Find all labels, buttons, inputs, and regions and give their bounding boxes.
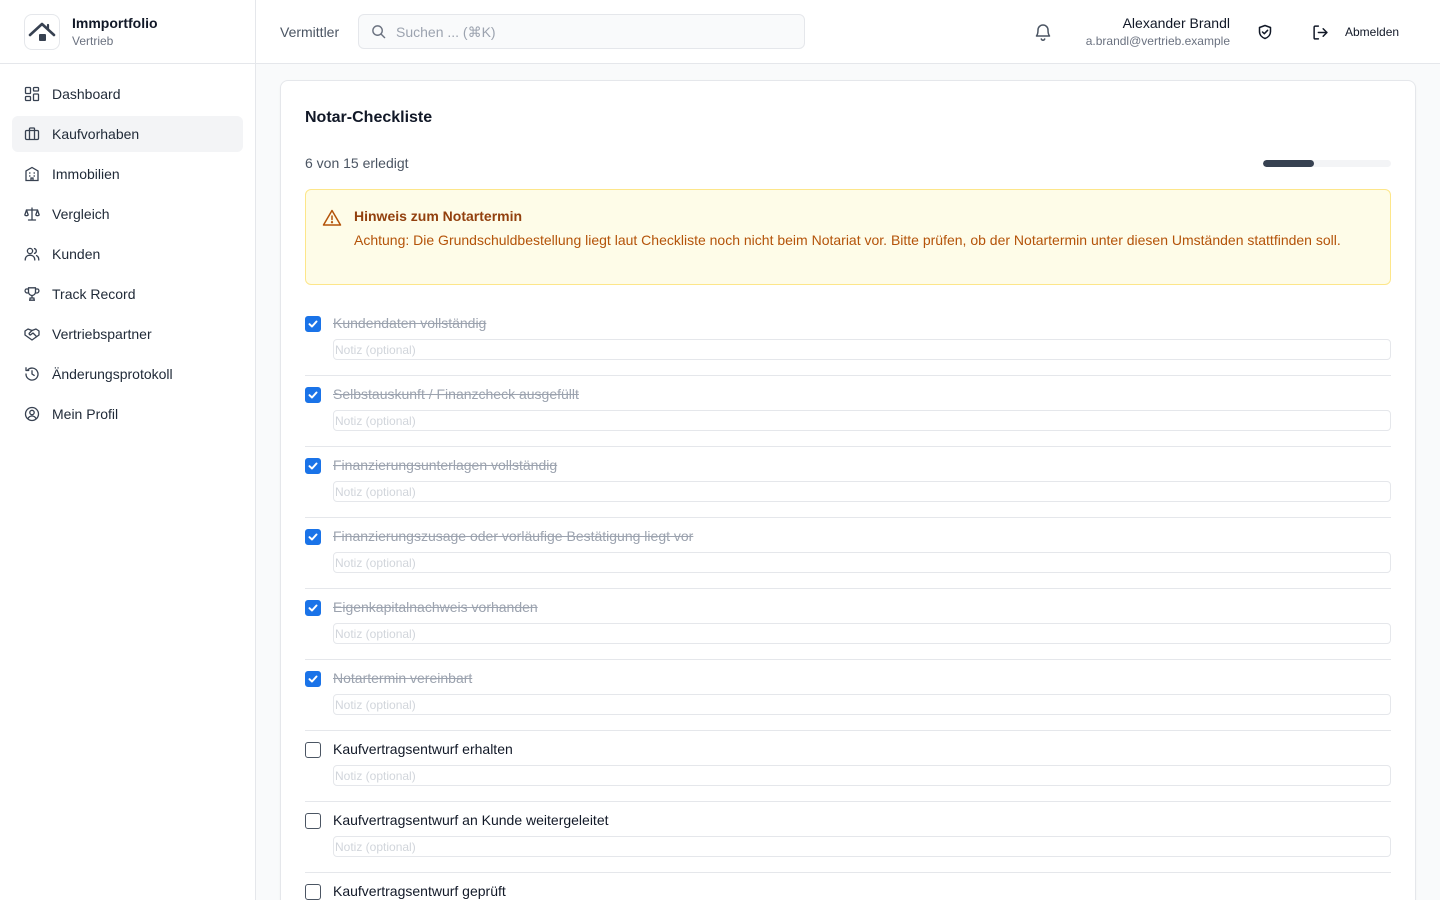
sidebar-item-label: Track Record xyxy=(52,286,136,302)
checklist-item-label: Notartermin vereinbart xyxy=(333,670,473,686)
sidebar-item-mein-profil[interactable]: Mein Profil xyxy=(12,396,243,432)
checkbox[interactable] xyxy=(305,529,321,545)
sidebar-item-label: Änderungsprotokoll xyxy=(52,366,173,382)
check-icon xyxy=(308,604,318,612)
warning-triangle-icon xyxy=(322,209,342,226)
checkbox[interactable] xyxy=(305,671,321,687)
checklist-item: Finanzierungszusage oder vorläufige Best… xyxy=(305,518,1391,589)
note-input[interactable] xyxy=(333,623,1391,644)
user-circle-icon xyxy=(24,406,40,422)
checklist-items: Kundendaten vollständig Selbstauskunft /… xyxy=(305,305,1391,900)
checklist-item: Kaufvertragsentwurf geprüft xyxy=(305,873,1391,900)
logout-label: Abmelden xyxy=(1345,25,1400,39)
search-icon xyxy=(372,25,386,39)
checkbox[interactable] xyxy=(305,600,321,616)
warning-alert: Hinweis zum Notartermin Achtung: Die Gru… xyxy=(305,189,1391,285)
house-logo-icon xyxy=(24,13,60,50)
scale-icon xyxy=(24,206,40,222)
sidebar-nav: Dashboard Kaufvorhaben Immobilien Vergle… xyxy=(0,64,255,448)
building-icon xyxy=(24,166,40,182)
sidebar: Immportfolio Vertrieb Dashboard Kaufvorh… xyxy=(0,0,256,900)
bell-icon[interactable] xyxy=(1032,21,1054,43)
check-icon xyxy=(308,462,318,470)
note-input[interactable] xyxy=(333,836,1391,857)
sidebar-item-label: Mein Profil xyxy=(52,406,119,422)
checklist-item: Kaufvertragsentwurf erhalten xyxy=(305,731,1391,802)
user-info[interactable]: Alexander Brandl a.brandl@vertrieb.examp… xyxy=(1086,14,1230,49)
checkbox[interactable] xyxy=(305,742,321,758)
alert-text: Achtung: Die Grundschuldbestellung liegt… xyxy=(354,232,1341,248)
progress-text: 6 von 15 erledigt xyxy=(305,155,409,171)
checklist-card: Notar-Checkliste 6 von 15 erledigt Hinwe… xyxy=(280,80,1416,900)
sidebar-item-track-record[interactable]: Track Record xyxy=(12,276,243,312)
alert-title: Hinweis zum Notartermin xyxy=(354,208,523,224)
sidebar-item-label: Immobilien xyxy=(52,166,120,182)
checklist-item-label: Eigenkapitalnachweis vorhanden xyxy=(333,599,538,615)
checklist-item-label: Kaufvertragsentwurf geprüft xyxy=(333,883,506,899)
card-title: Notar-Checkliste xyxy=(305,109,433,126)
logout-icon xyxy=(1313,24,1328,40)
checkbox[interactable] xyxy=(305,387,321,403)
check-icon xyxy=(308,391,318,399)
sidebar-item-dashboard[interactable]: Dashboard xyxy=(12,76,243,112)
briefcase-icon xyxy=(24,126,40,142)
sidebar-item-label: Vertriebspartner xyxy=(52,326,152,342)
checklist-item: Kundendaten vollständig xyxy=(305,305,1391,376)
checklist-item: Kaufvertragsentwurf an Kunde weitergelei… xyxy=(305,802,1391,873)
logout-button[interactable]: Abmelden xyxy=(1312,16,1399,48)
brand[interactable]: Immportfolio Vertrieb xyxy=(0,0,255,64)
checkbox[interactable] xyxy=(305,884,321,900)
sidebar-item-aenderungsprotokoll[interactable]: Änderungsprotokoll xyxy=(12,356,243,392)
note-input[interactable] xyxy=(333,481,1391,502)
brand-name: Immportfolio xyxy=(72,15,158,31)
brand-subtitle: Vertrieb xyxy=(72,34,114,48)
sidebar-item-immobilien[interactable]: Immobilien xyxy=(12,156,243,192)
dashboard-icon xyxy=(24,86,40,102)
top-header: Vermittler Alexander Brandl a.brandl@ver… xyxy=(256,0,1440,64)
sidebar-item-kunden[interactable]: Kunden xyxy=(12,236,243,272)
checkbox[interactable] xyxy=(305,813,321,829)
check-icon xyxy=(308,320,318,328)
checklist-item-label: Finanzierungszusage oder vorläufige Best… xyxy=(333,528,694,544)
user-email: a.brandl@vertrieb.example xyxy=(1085,34,1230,48)
progress-fill xyxy=(1263,160,1315,167)
checklist-item-label: Finanzierungsunterlagen vollständig xyxy=(333,457,558,473)
checklist-item: Selbstauskunft / Finanzcheck ausgefüllt xyxy=(305,376,1391,447)
checklist-item-label: Kaufvertragsentwurf erhalten xyxy=(333,741,513,757)
checklist-item: Notartermin vereinbart xyxy=(305,660,1391,731)
progress-bar xyxy=(1263,160,1391,167)
sidebar-item-vergleich[interactable]: Vergleich xyxy=(12,196,243,232)
role-label: Vermittler xyxy=(280,24,340,40)
checklist-item-label: Kaufvertragsentwurf an Kunde weitergelei… xyxy=(333,812,609,828)
checkbox[interactable] xyxy=(305,458,321,474)
checklist-item: Eigenkapitalnachweis vorhanden xyxy=(305,589,1391,660)
note-input[interactable] xyxy=(333,410,1391,431)
sidebar-item-label: Dashboard xyxy=(52,86,121,102)
note-input[interactable] xyxy=(333,765,1391,786)
shield-check-icon[interactable] xyxy=(1256,23,1274,41)
search-input[interactable] xyxy=(396,23,776,40)
checklist-item-label: Kundendaten vollständig xyxy=(333,315,487,331)
check-icon xyxy=(308,533,318,541)
check-icon xyxy=(308,675,318,683)
user-name: Alexander Brandl xyxy=(1122,15,1230,31)
note-input[interactable] xyxy=(333,694,1391,715)
checkbox[interactable] xyxy=(305,316,321,332)
sidebar-item-vertriebspartner[interactable]: Vertriebspartner xyxy=(12,316,243,352)
handshake-icon xyxy=(24,326,40,342)
note-input[interactable] xyxy=(333,339,1391,360)
checklist-item: Finanzierungsunterlagen vollständig xyxy=(305,447,1391,518)
checklist-item-label: Selbstauskunft / Finanzcheck ausgefüllt xyxy=(333,386,579,402)
sidebar-item-label: Kaufvorhaben xyxy=(52,126,140,142)
note-input[interactable] xyxy=(333,552,1391,573)
users-icon xyxy=(24,246,40,262)
search-box[interactable] xyxy=(358,14,805,49)
trophy-icon xyxy=(24,286,40,302)
sidebar-item-label: Kunden xyxy=(52,246,101,262)
sidebar-item-label: Vergleich xyxy=(52,206,110,222)
history-icon xyxy=(24,366,40,382)
sidebar-item-kaufvorhaben[interactable]: Kaufvorhaben xyxy=(12,116,243,152)
